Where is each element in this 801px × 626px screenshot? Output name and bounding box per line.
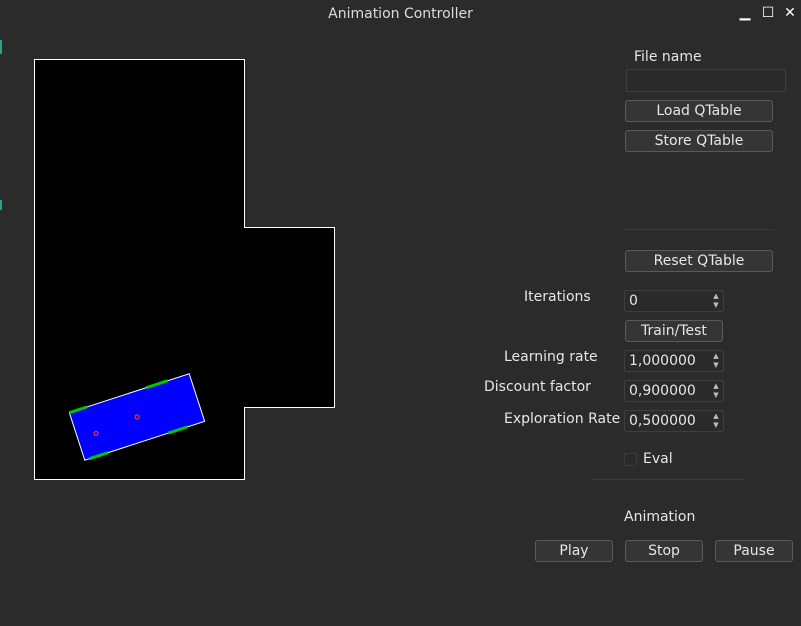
spin-up-icon[interactable]: ▲: [710, 412, 722, 421]
exploration-rate-spinbox[interactable]: 0,500000 ▲ ▼: [624, 410, 724, 432]
spin-down-icon[interactable]: ▼: [710, 301, 722, 310]
discount-factor-label: Discount factor: [484, 379, 591, 395]
spin-up-icon[interactable]: ▲: [710, 352, 722, 361]
simulation-canvas: [34, 59, 335, 480]
stop-button[interactable]: Stop: [625, 540, 703, 562]
spin-down-icon[interactable]: ▼: [710, 361, 722, 370]
learning-rate-label: Learning rate: [504, 349, 598, 365]
spin-up-icon[interactable]: ▲: [710, 382, 722, 391]
play-button[interactable]: Play: [535, 540, 613, 562]
discount-factor-spinbox[interactable]: 0,900000 ▲ ▼: [624, 380, 724, 402]
file-name-label: File name: [634, 49, 702, 65]
eval-checkbox[interactable]: [624, 453, 637, 466]
animation-label: Animation: [624, 509, 696, 525]
learning-rate-spinbox[interactable]: 1,000000 ▲ ▼: [624, 350, 724, 372]
reset-qtable-button[interactable]: Reset QTable: [625, 250, 773, 272]
iterations-spinbox[interactable]: 0 ▲ ▼: [624, 290, 724, 312]
exploration-rate-value: 0,500000: [629, 413, 696, 429]
file-name-input[interactable]: [626, 69, 786, 92]
exploration-rate-label: Exploration Rate: [504, 411, 621, 427]
pause-button[interactable]: Pause: [715, 540, 793, 562]
separator: [592, 479, 744, 480]
spin-down-icon[interactable]: ▼: [710, 391, 722, 400]
discount-factor-value: 0,900000: [629, 383, 696, 399]
train-test-button[interactable]: Train/Test: [625, 320, 723, 342]
separator: [624, 229, 774, 230]
eval-label: Eval: [643, 451, 673, 467]
iterations-label: Iterations: [524, 289, 591, 305]
load-qtable-button[interactable]: Load QTable: [625, 100, 773, 122]
iterations-value: 0: [629, 293, 638, 309]
learning-rate-value: 1,000000: [629, 353, 696, 369]
store-qtable-button[interactable]: Store QTable: [625, 130, 773, 152]
spin-down-icon[interactable]: ▼: [710, 421, 722, 430]
spin-up-icon[interactable]: ▲: [710, 292, 722, 301]
